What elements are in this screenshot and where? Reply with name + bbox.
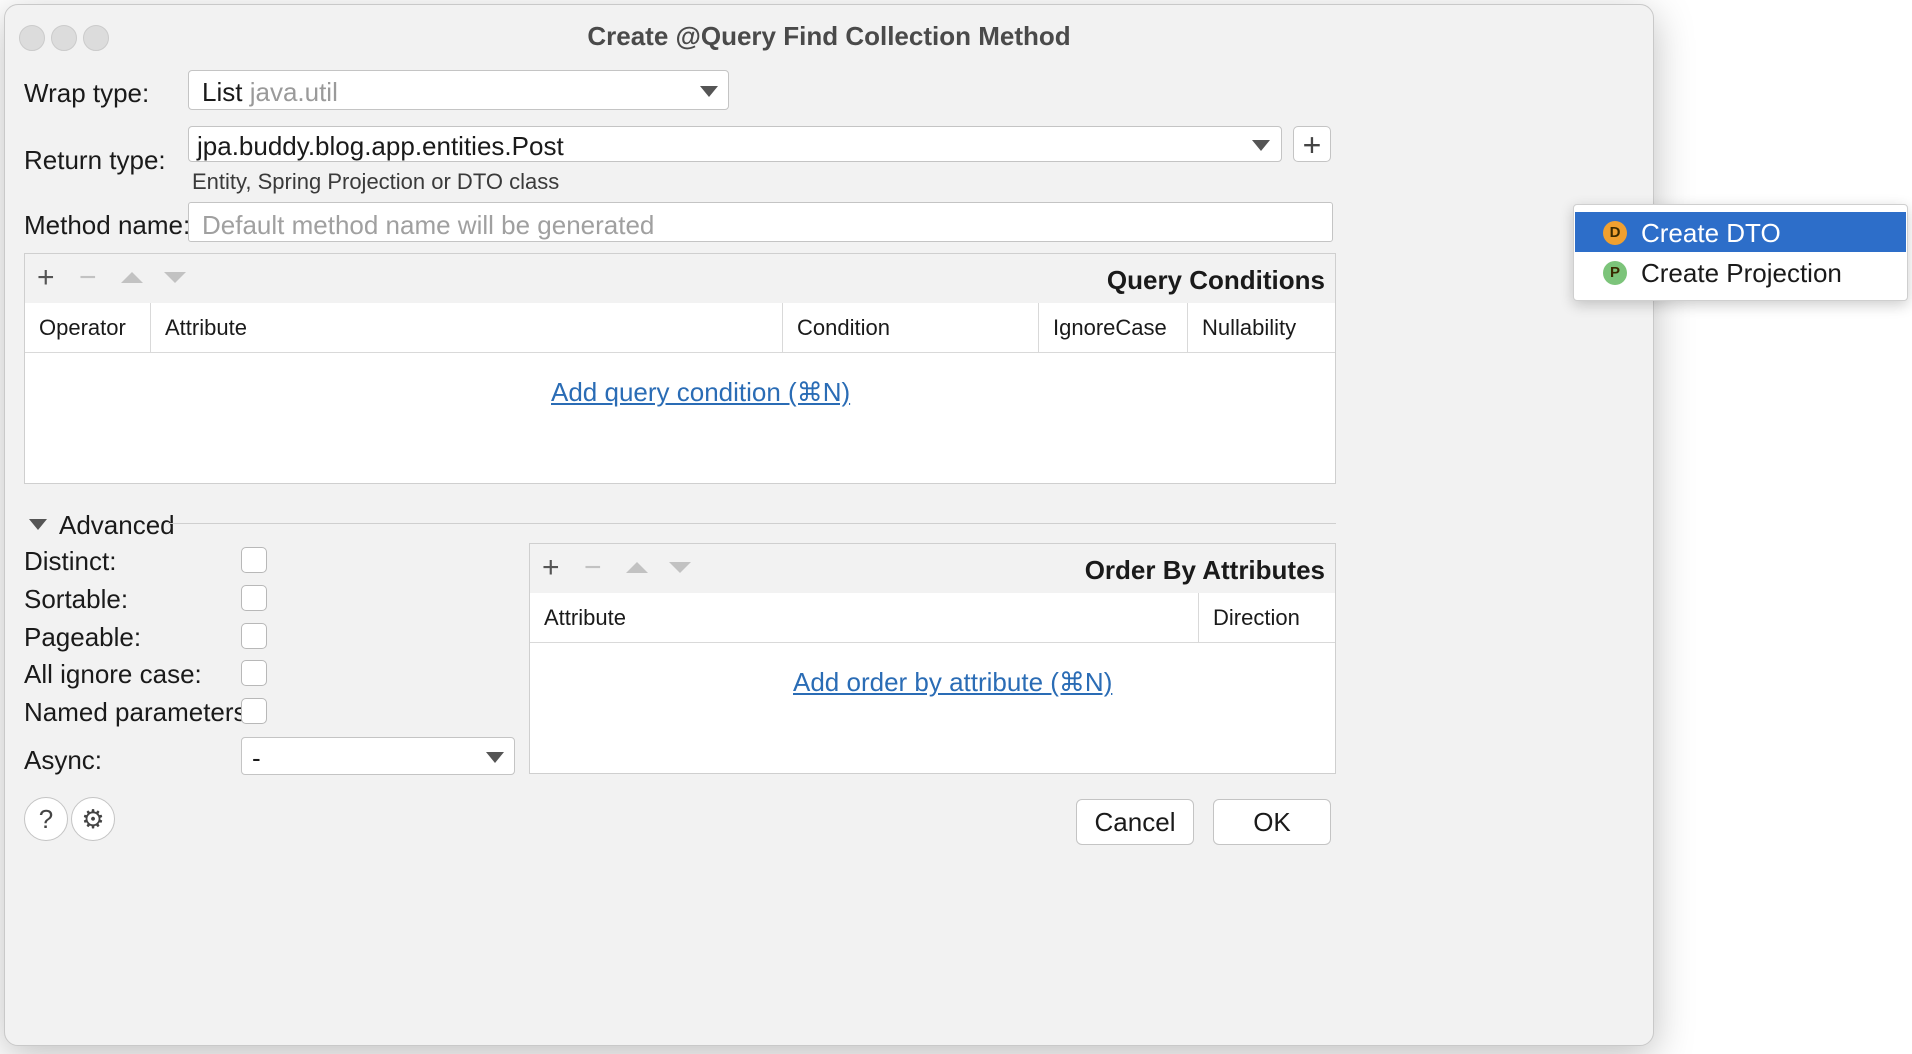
- dto-icon: D: [1603, 221, 1627, 245]
- ok-button[interactable]: OK: [1213, 799, 1331, 845]
- settings-button[interactable]: ⚙: [71, 797, 115, 841]
- column-header[interactable]: Condition: [783, 303, 1039, 352]
- order-by-toolbar: + − Order By Attributes: [530, 544, 1335, 594]
- column-header[interactable]: Operator: [25, 303, 151, 352]
- async-select[interactable]: -: [241, 737, 515, 775]
- sortable-checkbox[interactable]: [241, 585, 267, 611]
- title-bar: Create @Query Find Collection Method: [5, 5, 1653, 67]
- chevron-down-icon: [486, 752, 504, 763]
- all-ignore-case-checkbox[interactable]: [241, 660, 267, 686]
- column-header[interactable]: Attribute: [530, 593, 1199, 642]
- order-by-header: Attribute Direction: [530, 593, 1335, 643]
- menu-item-label: Create Projection: [1641, 258, 1842, 288]
- move-down-icon[interactable]: [669, 562, 691, 573]
- distinct-checkbox[interactable]: [241, 547, 267, 573]
- wrap-type-package: java.util: [249, 77, 338, 107]
- chevron-down-icon: [1252, 140, 1270, 151]
- column-header[interactable]: Direction: [1199, 593, 1335, 642]
- async-value: -: [252, 743, 261, 773]
- move-up-icon[interactable]: [626, 562, 648, 573]
- return-type-value: jpa.buddy.blog.app.entities.Post: [197, 131, 564, 161]
- chevron-down-icon: [700, 86, 718, 97]
- wrap-type-select[interactable]: List java.util: [188, 70, 729, 110]
- return-type-select[interactable]: jpa.buddy.blog.app.entities.Post: [188, 126, 1282, 162]
- add-condition-icon[interactable]: +: [37, 263, 55, 293]
- move-up-icon[interactable]: [121, 272, 143, 283]
- create-type-popup-menu: D Create DTO P Create Projection: [1573, 204, 1908, 301]
- move-down-icon[interactable]: [164, 272, 186, 283]
- cancel-button[interactable]: Cancel: [1076, 799, 1194, 845]
- method-name-input[interactable]: Default method name will be generated: [188, 202, 1333, 242]
- gear-icon: ⚙: [81, 804, 105, 834]
- column-header[interactable]: IgnoreCase: [1039, 303, 1188, 352]
- query-conditions-title: Query Conditions: [1106, 265, 1325, 295]
- help-icon: ?: [38, 804, 54, 834]
- order-by-panel: + − Order By Attributes Attribute Direct…: [529, 543, 1336, 774]
- menu-item-label: Create DTO: [1641, 218, 1781, 248]
- menu-item-create-dto[interactable]: D Create DTO: [1575, 212, 1906, 252]
- column-header[interactable]: Attribute: [151, 303, 783, 352]
- method-name-label: Method name:: [24, 210, 191, 240]
- divider: [168, 523, 1336, 524]
- sortable-label: Sortable:: [24, 584, 129, 614]
- pageable-checkbox[interactable]: [241, 623, 267, 649]
- named-parameters-label: Named parameters:: [24, 697, 254, 727]
- distinct-label: Distinct:: [24, 546, 117, 576]
- remove-condition-icon[interactable]: −: [79, 263, 97, 293]
- return-type-label: Return type:: [24, 145, 166, 175]
- query-conditions-panel: + − Query Conditions Operator Attribute …: [24, 253, 1336, 484]
- pageable-label: Pageable:: [24, 622, 142, 652]
- order-by-title: Order By Attributes: [1084, 555, 1325, 585]
- add-order-by-link[interactable]: Add order by attribute (⌘N): [793, 667, 1112, 698]
- return-type-hint: Entity, Spring Projection or DTO class: [192, 169, 560, 194]
- create-type-plus-button[interactable]: +: [1293, 126, 1331, 163]
- add-order-icon[interactable]: +: [542, 553, 560, 583]
- method-name-placeholder: Default method name will be generated: [202, 210, 655, 240]
- add-query-condition-link[interactable]: Add query condition (⌘N): [551, 377, 850, 408]
- remove-order-icon[interactable]: −: [584, 553, 602, 583]
- wrap-type-label: Wrap type:: [24, 78, 150, 108]
- column-header[interactable]: Nullability: [1188, 303, 1335, 352]
- collapse-arrow-icon[interactable]: [29, 519, 47, 530]
- advanced-label[interactable]: Advanced: [59, 510, 175, 541]
- dialog-window: Create @Query Find Collection Method Wra…: [4, 4, 1654, 1046]
- projection-icon: P: [1603, 261, 1627, 285]
- dialog-title: Create @Query Find Collection Method: [587, 21, 1071, 51]
- menu-item-create-projection[interactable]: P Create Projection: [1575, 252, 1906, 292]
- wrap-type-value: List java.util: [202, 77, 338, 107]
- help-button[interactable]: ?: [24, 797, 68, 841]
- query-conditions-header: Operator Attribute Condition IgnoreCase …: [25, 303, 1335, 353]
- named-parameters-checkbox[interactable]: [241, 698, 267, 724]
- query-conditions-toolbar: + − Query Conditions: [25, 254, 1335, 304]
- async-label: Async:: [24, 745, 103, 775]
- all-ignore-case-label: All ignore case:: [24, 659, 202, 689]
